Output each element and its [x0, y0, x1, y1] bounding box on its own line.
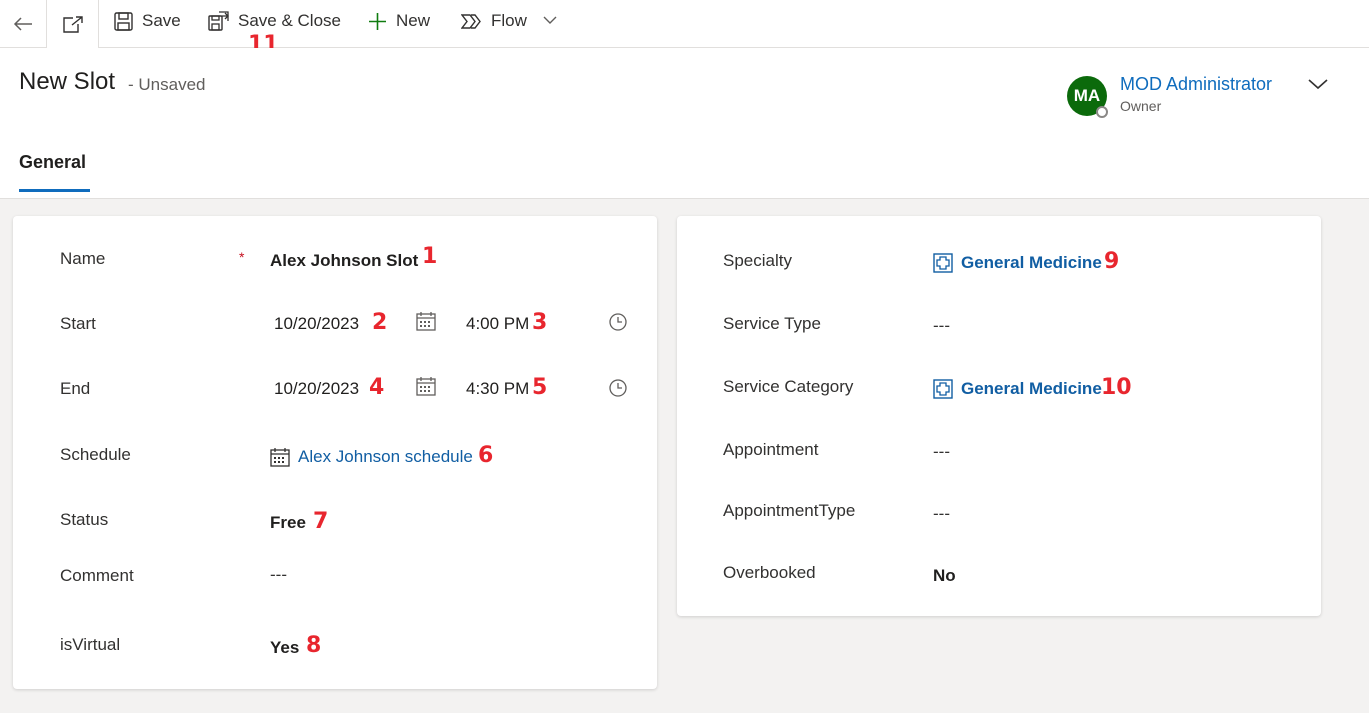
start-time-input[interactable]: 4:00 PM [466, 314, 529, 334]
callout-10: 10 [1101, 375, 1132, 400]
avatar-initials: MA [1073, 86, 1101, 105]
callout-7: 7 [313, 509, 329, 534]
schedule-value: Alex Johnson schedule [298, 447, 473, 466]
service-type-field[interactable]: --- [933, 316, 950, 336]
name-label: Name [60, 249, 106, 268]
plus-icon [369, 12, 386, 30]
presence-indicator [1096, 106, 1108, 118]
callout-9: 9 [1104, 249, 1120, 274]
back-button[interactable] [0, 0, 46, 47]
appointment-label: Appointment [723, 440, 819, 459]
back-arrow-icon [13, 16, 32, 31]
clock-icon[interactable] [609, 379, 627, 397]
name-value: Alex Johnson Slot [270, 251, 419, 270]
comment-label: Comment [60, 566, 134, 585]
is-virtual-value: Yes [270, 638, 300, 657]
status-label: Status [60, 510, 109, 529]
calendar-icon[interactable] [416, 377, 436, 396]
save-icon [114, 11, 133, 31]
appointment-type-value: --- [933, 504, 950, 523]
save-label: Save [142, 11, 181, 30]
callout-2: 2 [372, 310, 388, 335]
appointment-type-label: AppointmentType [723, 501, 856, 520]
appointment-field[interactable]: --- [933, 442, 950, 462]
start-date-value: 10/20/2023 [274, 314, 360, 333]
tab-general[interactable]: General [19, 152, 86, 173]
command-bar: Save Save & Close 11 New Flow [0, 0, 1369, 57]
overbooked-value: No [933, 566, 956, 585]
form-header: New Slot - Unsaved MA MOD Administrator … [0, 48, 1369, 199]
appointment-value: --- [933, 442, 950, 461]
start-label: Start [60, 314, 96, 333]
start-date-input[interactable]: 10/20/2023 [274, 314, 359, 334]
status-value: Free [270, 513, 306, 532]
owner-name-link[interactable]: MOD Administrator [1120, 74, 1272, 95]
entity-icon [933, 379, 953, 399]
save-and-close-label: Save & Close [238, 11, 341, 30]
callout-5: 5 [532, 375, 548, 400]
specialty-value: General Medicine [961, 253, 1102, 272]
flow-label: Flow [491, 11, 527, 30]
page-title: New Slot [19, 68, 116, 95]
status-field[interactable]: Free [270, 513, 306, 533]
save-button[interactable]: Save [114, 0, 181, 42]
callout-8: 8 [306, 633, 322, 658]
open-in-new-window-button[interactable] [46, 0, 99, 48]
header-expand-button[interactable] [1306, 76, 1330, 97]
save-status: - Unsaved [128, 75, 206, 94]
service-category-lookup-link[interactable]: General Medicine [933, 379, 1102, 399]
schedule-entity-icon [270, 447, 290, 467]
appointment-type-field[interactable]: --- [933, 504, 950, 524]
chevron-down-icon [543, 16, 557, 24]
end-time-input[interactable]: 4:30 PM [466, 379, 529, 399]
service-category-value: General Medicine [961, 379, 1102, 398]
entity-icon [933, 253, 953, 273]
schedule-label: Schedule [60, 445, 131, 464]
is-virtual-label: isVirtual [60, 635, 121, 654]
flow-button[interactable]: Flow [461, 0, 527, 42]
service-type-label: Service Type [723, 314, 821, 333]
is-virtual-field[interactable]: Yes [270, 638, 299, 658]
more-commands-chevron[interactable] [542, 12, 558, 33]
general-section-left: Name * Alex Johnson Slot 1 Start 10/20/2… [13, 216, 657, 689]
new-button[interactable]: New [368, 0, 430, 42]
schedule-lookup-link[interactable]: Alex Johnson schedule [270, 447, 473, 467]
end-label: End [60, 379, 91, 398]
active-tab-indicator [19, 189, 90, 192]
calendar-icon[interactable] [416, 312, 436, 331]
comment-value: --- [270, 565, 287, 584]
callout-3: 3 [532, 310, 548, 335]
chevron-down-icon [1308, 79, 1328, 90]
callout-4: 4 [369, 375, 385, 400]
general-section-right: Specialty General Medicine 9 Service Typ… [677, 216, 1321, 616]
specialty-lookup-link[interactable]: General Medicine [933, 253, 1102, 273]
owner-role-label: Owner [1120, 98, 1162, 114]
service-category-label: Service Category [723, 377, 854, 396]
comment-field[interactable]: --- [270, 565, 287, 585]
new-label: New [396, 11, 431, 30]
overbooked-field[interactable]: No [933, 566, 956, 586]
callout-6: 6 [478, 443, 494, 468]
required-indicator: * [239, 249, 245, 265]
specialty-label: Specialty [723, 251, 792, 270]
end-time-value: 4:30 PM [466, 379, 530, 398]
overbooked-label: Overbooked [723, 563, 816, 582]
save-and-close-icon [208, 11, 229, 31]
popout-icon [62, 16, 83, 33]
callout-1: 1 [422, 244, 438, 269]
end-date-input[interactable]: 10/20/2023 [274, 379, 359, 399]
start-time-value: 4:00 PM [466, 314, 530, 333]
end-date-value: 10/20/2023 [274, 379, 360, 398]
name-field[interactable]: Alex Johnson Slot [270, 251, 418, 271]
service-type-value: --- [933, 316, 950, 335]
clock-icon[interactable] [609, 313, 627, 331]
flow-icon [461, 13, 481, 29]
